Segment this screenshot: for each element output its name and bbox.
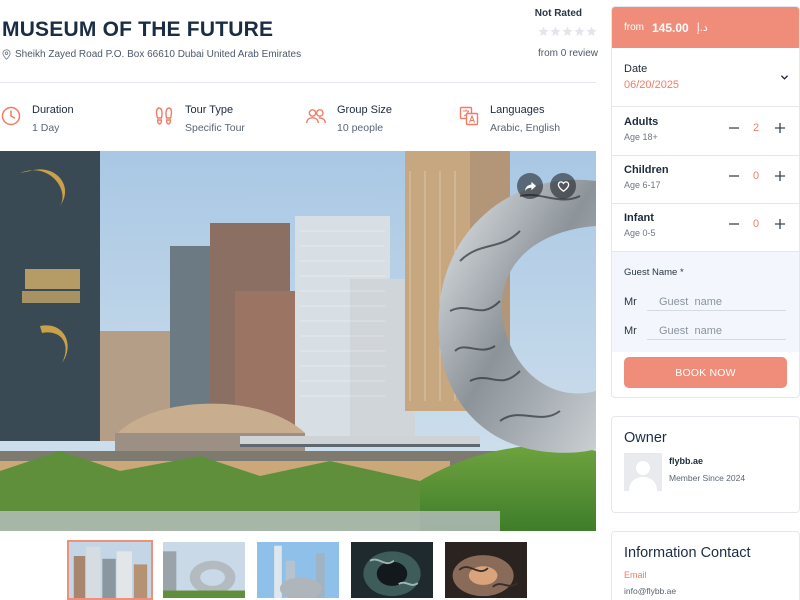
- children-increment-button[interactable]: [772, 168, 788, 184]
- pax-age: Age 0-5: [624, 228, 656, 238]
- children-count: 0: [752, 170, 760, 182]
- clock-icon: [1, 106, 21, 126]
- pax-title: Infant: [624, 212, 654, 224]
- minus-icon: [729, 223, 739, 225]
- thumbnail-image: [163, 542, 245, 598]
- contact-title: Information Contact: [624, 545, 751, 561]
- feature-label: Duration: [32, 104, 74, 116]
- book-now-button[interactable]: BOOK NOW: [624, 357, 787, 388]
- guest-entry: Mr: [624, 322, 786, 342]
- booking-card: from 145.00 د.إ Date 06/20/2025 Adults A…: [611, 6, 800, 398]
- star-icon: [586, 26, 597, 36]
- feature-value: 10 people: [337, 122, 384, 134]
- plus-icon: [775, 123, 785, 133]
- share-button[interactable]: [517, 173, 543, 199]
- thumbnail[interactable]: [443, 540, 529, 600]
- star-icon: [538, 26, 549, 36]
- adults-row: Adults Age 18+ 2: [612, 108, 799, 156]
- guest-name-input[interactable]: [647, 322, 786, 340]
- feature-value: 1 Day: [32, 122, 60, 134]
- pax-age: Age 18+: [624, 132, 658, 142]
- feature-label: Group Size: [337, 104, 393, 116]
- infant-increment-button[interactable]: [772, 216, 788, 232]
- price-value: 145.00: [652, 20, 689, 35]
- owner-name[interactable]: flybb.ae: [669, 456, 703, 466]
- email-label: Email: [624, 570, 647, 580]
- thumbnail-image: [351, 542, 433, 598]
- rating-status: Not Rated: [534, 8, 582, 19]
- user-avatar-icon: [624, 453, 662, 491]
- star-icon: [562, 26, 573, 36]
- thumbnail-image: [257, 542, 339, 598]
- owner-card: Owner flybb.ae Member Since 2024: [611, 416, 800, 513]
- translate-icon: [459, 106, 479, 126]
- minus-icon: [729, 127, 739, 129]
- plus-icon: [775, 171, 785, 181]
- location-pin-icon: [2, 49, 11, 60]
- pax-age: Age 6-17: [624, 180, 661, 190]
- wishlist-button[interactable]: [550, 173, 576, 199]
- thumbnail[interactable]: [255, 540, 341, 600]
- price-from-label: from: [624, 22, 644, 33]
- children-decrement-button[interactable]: [726, 168, 742, 184]
- thumbnail[interactable]: [67, 540, 153, 600]
- guest-title-select[interactable]: Mr: [624, 325, 637, 337]
- header-divider: [0, 82, 596, 83]
- chevron-down-icon[interactable]: [780, 73, 789, 82]
- feature-label: Tour Type: [185, 104, 234, 116]
- infant-count: 0: [752, 218, 760, 230]
- date-value[interactable]: 06/20/2025: [624, 79, 679, 91]
- pax-title: Adults: [624, 116, 659, 128]
- pax-title: Children: [624, 164, 669, 176]
- main-photo[interactable]: [0, 151, 596, 531]
- tour-features: Duration 1 Day Tour Type Specific Tour G…: [0, 100, 600, 140]
- adults-decrement-button[interactable]: [726, 120, 742, 136]
- adults-increment-button[interactable]: [772, 120, 788, 136]
- thumbnail-image: [445, 542, 527, 598]
- thumbnail-image: [69, 542, 151, 598]
- thumbnail[interactable]: [349, 540, 435, 600]
- users-icon: [306, 109, 326, 124]
- star-icon: [550, 26, 561, 36]
- email-value[interactable]: info@flybb.ae: [624, 586, 676, 596]
- thumbnail-strip: [67, 540, 529, 600]
- feature-value: Arabic, English: [490, 122, 561, 134]
- owner-member-since: Member Since 2024: [669, 473, 746, 483]
- guest-name-label: Guest Name *: [624, 267, 684, 278]
- date-label: Date: [624, 63, 648, 75]
- thumbnail[interactable]: [161, 540, 247, 600]
- price-currency: د.إ: [696, 22, 708, 34]
- feature-label: Languages: [490, 104, 545, 116]
- price-header: from 145.00 د.إ: [612, 7, 799, 48]
- children-row: Children Age 6-17 0: [612, 156, 799, 204]
- infant-row: Infant Age 0-5 0: [612, 204, 799, 252]
- review-count[interactable]: from 0 review: [538, 48, 598, 59]
- adults-count: 2: [752, 122, 760, 134]
- contact-card: Information Contact Email info@flybb.ae: [611, 531, 800, 600]
- star-rating: [538, 26, 597, 37]
- guest-entry: Mr: [624, 293, 786, 313]
- main-photo-image: [0, 151, 596, 531]
- share-icon: [524, 181, 536, 191]
- date-selector[interactable]: Date 06/20/2025: [612, 59, 799, 107]
- guest-name-input[interactable]: [647, 293, 786, 311]
- feature-value: Specific Tour: [185, 122, 245, 134]
- tour-title: MUSEUM OF THE FUTURE: [2, 18, 274, 41]
- minus-icon: [729, 175, 739, 177]
- guest-names-section: Guest Name * Mr Mr: [612, 252, 799, 352]
- owner-title: Owner: [624, 430, 667, 446]
- plus-icon: [775, 219, 785, 229]
- star-icon: [574, 26, 585, 36]
- tour-address: Sheikh Zayed Road P.O. Box 66610 Dubai U…: [2, 49, 301, 60]
- address-text: Sheikh Zayed Road P.O. Box 66610 Dubai U…: [15, 49, 302, 60]
- heart-icon: [557, 180, 569, 192]
- guest-title-select[interactable]: Mr: [624, 296, 637, 308]
- infant-decrement-button[interactable]: [726, 216, 742, 232]
- footprints-icon: [155, 107, 173, 125]
- avatar[interactable]: [624, 453, 662, 491]
